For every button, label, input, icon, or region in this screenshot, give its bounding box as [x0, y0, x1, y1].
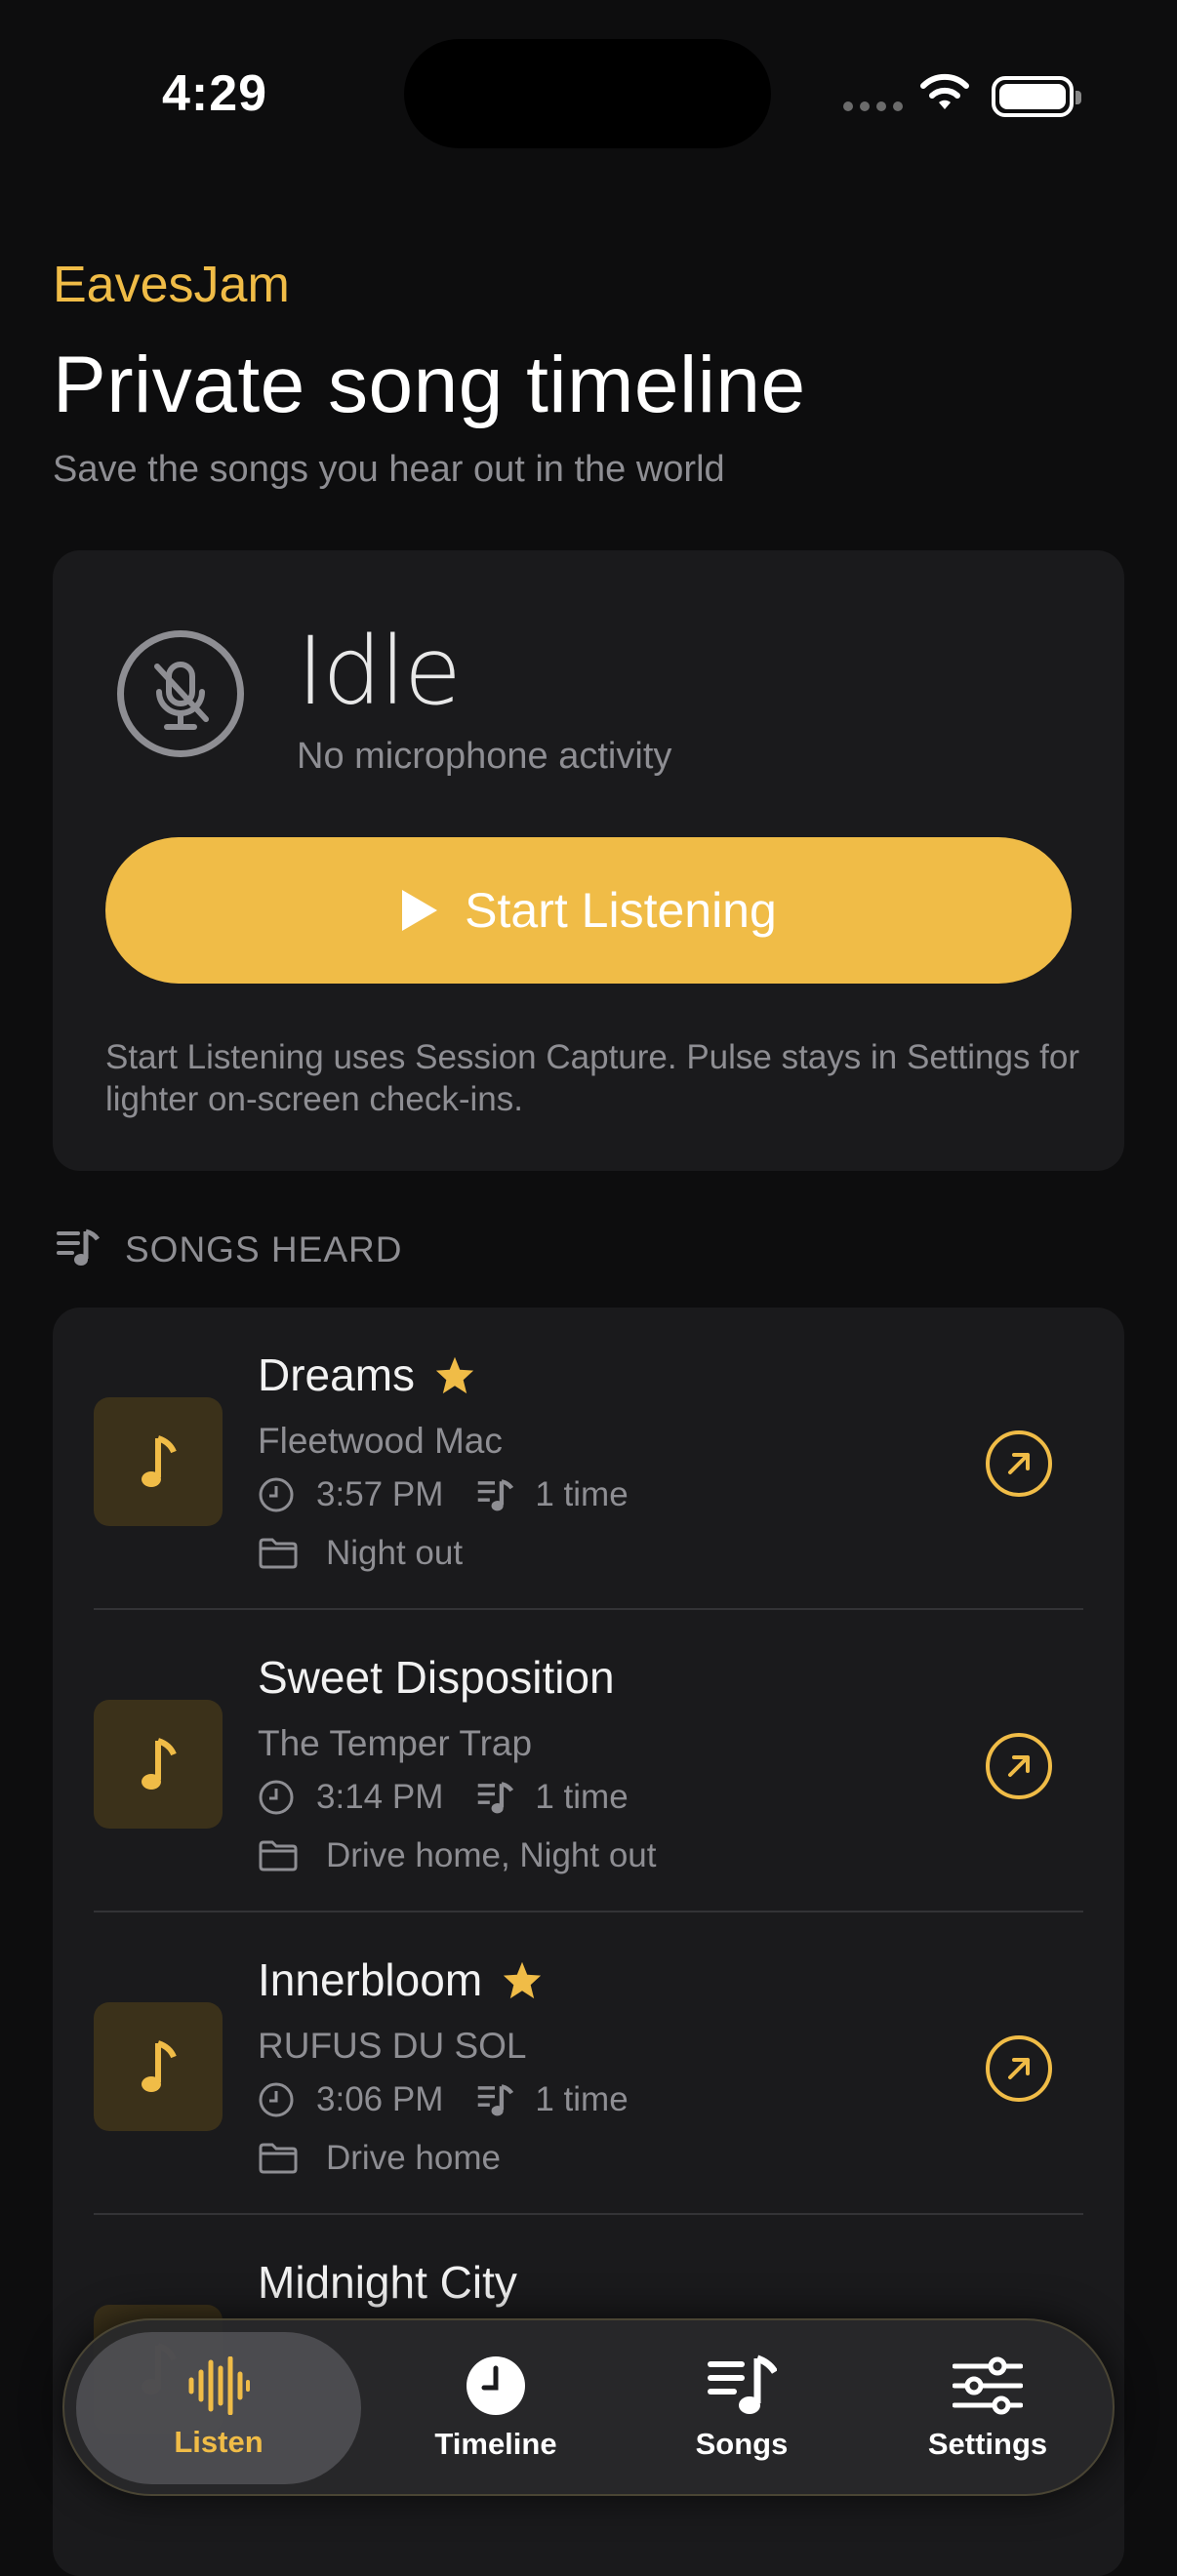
song-time: 3:14 PM: [316, 1778, 444, 1816]
page-title: Private song timeline: [53, 341, 806, 429]
mic-status-badge: [117, 630, 244, 757]
list-item[interactable]: Sweet Disposition The Temper Trap 3:14 P…: [53, 1610, 1124, 1912]
music-list-icon: [478, 1479, 514, 1511]
section-label: SONGS HEARD: [125, 1229, 403, 1269]
clock-icon: [467, 2356, 525, 2415]
clock-icon: [259, 1780, 294, 1815]
tab-songs[interactable]: Songs: [634, 2332, 849, 2484]
listen-state: Idle: [297, 617, 462, 726]
waveform-icon: [188, 2356, 250, 2415]
tab-listen[interactable]: Listen: [76, 2332, 361, 2484]
music-note-icon: [142, 1738, 177, 1790]
song-play-count: 1 time: [535, 1475, 629, 1513]
listen-state-detail: No microphone activity: [297, 736, 672, 777]
status-time: 4:29: [162, 65, 268, 122]
tab-label: Listen: [174, 2425, 264, 2459]
music-list-icon: [57, 1228, 100, 1266]
open-song-button[interactable]: [986, 1733, 1052, 1799]
clock-icon: [259, 1477, 294, 1512]
music-note-icon: [142, 2040, 177, 2092]
music-note-icon: [142, 1435, 177, 1487]
song-play-count: 1 time: [535, 1778, 629, 1816]
music-list-icon: [478, 1782, 514, 1814]
music-list-icon: [708, 2355, 777, 2414]
list-item[interactable]: Innerbloom RUFUS DU SOL 3:06 PM 1 time D…: [53, 1912, 1124, 2215]
play-icon: [402, 890, 438, 931]
song-artwork: [94, 1700, 223, 1829]
folder-icon: [259, 1538, 298, 1569]
battery-icon: [992, 76, 1081, 117]
dynamic-island: [404, 39, 771, 148]
tab-label: Songs: [695, 2427, 789, 2461]
tab-settings[interactable]: Settings: [880, 2332, 1095, 2484]
tab-label: Timeline: [434, 2427, 557, 2461]
song-artist: RUFUS DU SOL: [258, 2026, 527, 2066]
tab-timeline[interactable]: Timeline: [388, 2332, 603, 2484]
folder-icon: [259, 2143, 298, 2174]
start-listening-label: Start Listening: [465, 883, 777, 938]
sliders-icon: [953, 2356, 1023, 2415]
clock-icon: [259, 2082, 294, 2117]
arrow-up-right-icon: [1008, 1453, 1030, 1474]
song-folders: Night out: [326, 1534, 464, 1572]
signal-icon: [843, 101, 903, 111]
app-brand: EavesJam: [53, 257, 290, 313]
open-song-button[interactable]: [986, 2035, 1052, 2102]
folder-icon: [259, 1840, 298, 1872]
song-artwork: [94, 1397, 223, 1526]
song-title: Sweet Disposition: [258, 1652, 615, 1703]
open-song-button[interactable]: [986, 1430, 1052, 1497]
song-time: 3:06 PM: [316, 2080, 444, 2118]
song-time: 3:57 PM: [316, 1475, 444, 1513]
song-artwork: [94, 2002, 223, 2131]
mic-slash-icon: [154, 662, 209, 730]
music-list-icon: [478, 2084, 514, 2116]
arrow-up-right-icon: [1008, 1755, 1030, 1777]
song-play-count: 1 time: [535, 2080, 629, 2118]
favorite-star-icon: [504, 1961, 542, 1999]
favorite-star-icon: [435, 1356, 474, 1394]
wifi-icon: [920, 73, 969, 109]
tab-bar: Listen Timeline Songs Settings: [62, 2318, 1115, 2496]
arrow-up-right-icon: [1008, 2058, 1030, 2079]
song-artist: The Temper Trap: [258, 1723, 533, 1763]
song-artist: Fleetwood Mac: [258, 1421, 503, 1461]
song-folders: Drive home: [326, 2139, 501, 2177]
song-title: Innerbloom: [258, 1954, 483, 2005]
page-subtitle: Save the songs you hear out in the world: [53, 449, 725, 490]
start-listening-button[interactable]: Start Listening: [105, 837, 1072, 984]
song-title: Dreams: [258, 1349, 416, 1400]
song-title: Midnight City: [258, 2257, 517, 2308]
song-folders: Drive home, Night out: [326, 1836, 657, 1874]
tab-label: Settings: [927, 2427, 1048, 2461]
listen-note: Start Listening uses Session Capture. Pu…: [105, 1038, 1080, 1118]
list-item[interactable]: Dreams Fleetwood Mac 3:57 PM 1 time Nigh…: [53, 1308, 1124, 1610]
